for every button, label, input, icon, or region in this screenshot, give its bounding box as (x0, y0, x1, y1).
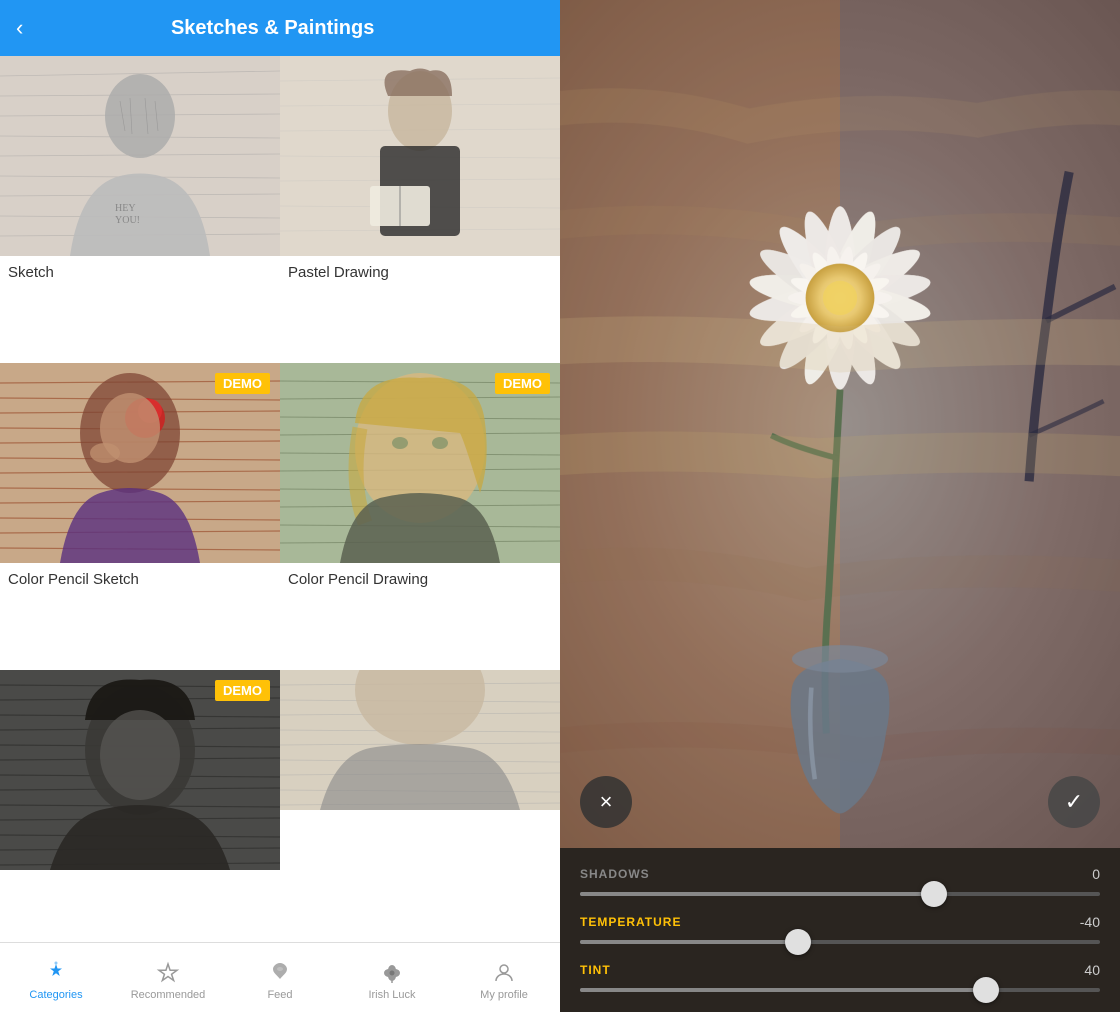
temperature-track[interactable] (580, 940, 1100, 944)
tab-recommended-label: Recommended (131, 989, 206, 1001)
tint-slider-row: TINT 40 (580, 962, 1100, 992)
filter-card-color-pencil-drawing[interactable]: DEMO (280, 363, 560, 670)
tab-my-profile-label: My profile (480, 989, 528, 1001)
shadows-value: 0 (1092, 866, 1100, 882)
tab-feed[interactable]: Feed (224, 943, 336, 1012)
tab-bar: Categories Recommended Feed (0, 942, 560, 1012)
filter-card-sketch[interactable]: HEY YOU! Sketch (0, 56, 280, 363)
svg-text:HEY: HEY (115, 203, 136, 214)
tab-irish-luck[interactable]: Irish Luck (336, 943, 448, 1012)
preview-image (560, 0, 1120, 848)
tint-label: TINT (580, 963, 611, 977)
temperature-value: -40 (1080, 914, 1100, 930)
tab-my-profile[interactable]: My profile (448, 943, 560, 1012)
back-button[interactable]: ‹ (16, 17, 23, 39)
filter-card-color-pencil-sketch[interactable]: DEMO (0, 363, 280, 670)
left-panel: ‹ Sketches & Paintings (0, 0, 560, 1012)
tab-categories[interactable]: Categories (0, 943, 112, 1012)
tab-irish-luck-label: Irish Luck (368, 989, 415, 1001)
color-pencil-sketch-label: Color Pencil Sketch (0, 563, 280, 598)
preview-area: × ✓ (560, 0, 1120, 848)
tint-value: 40 (1084, 962, 1100, 978)
sketch-label: Sketch (0, 256, 280, 291)
temperature-label: TEMPERATURE (580, 915, 681, 929)
page-header: ‹ Sketches & Paintings (0, 0, 560, 56)
svg-text:YOU!: YOU! (115, 215, 140, 226)
cancel-button[interactable]: × (580, 776, 632, 828)
shadows-label: SHADOWS (580, 867, 650, 881)
demo-badge-color-pencil-sketch: DEMO (215, 373, 270, 394)
demo-badge-color-pencil-drawing: DEMO (495, 373, 550, 394)
pastel-label: Pastel Drawing (280, 256, 560, 291)
tab-feed-label: Feed (267, 989, 292, 1001)
temperature-slider-row: TEMPERATURE -40 (580, 914, 1100, 944)
confirm-button[interactable]: ✓ (1048, 776, 1100, 828)
controls-area: SHADOWS 0 TEMPERATURE -40 TINT 40 (560, 848, 1120, 1012)
color-pencil-drawing-label: Color Pencil Drawing (280, 563, 560, 598)
filter-grid: HEY YOU! Sketch (0, 56, 560, 942)
filter-card-dark-sketch[interactable]: DEMO (0, 670, 280, 942)
page-title: Sketches & Paintings (35, 17, 510, 40)
right-panel: × ✓ SHADOWS 0 TEMPERATURE -40 (560, 0, 1120, 1012)
tab-categories-label: Categories (29, 989, 82, 1001)
demo-badge-dark-sketch: DEMO (215, 680, 270, 701)
filter-card-pastel[interactable]: Pastel Drawing (280, 56, 560, 363)
tab-recommended[interactable]: Recommended (112, 943, 224, 1012)
shadows-slider-row: SHADOWS 0 (580, 866, 1100, 896)
filter-card-pencil-bottom[interactable] (280, 670, 560, 942)
shadows-track[interactable] (580, 892, 1100, 896)
tint-track[interactable] (580, 988, 1100, 992)
